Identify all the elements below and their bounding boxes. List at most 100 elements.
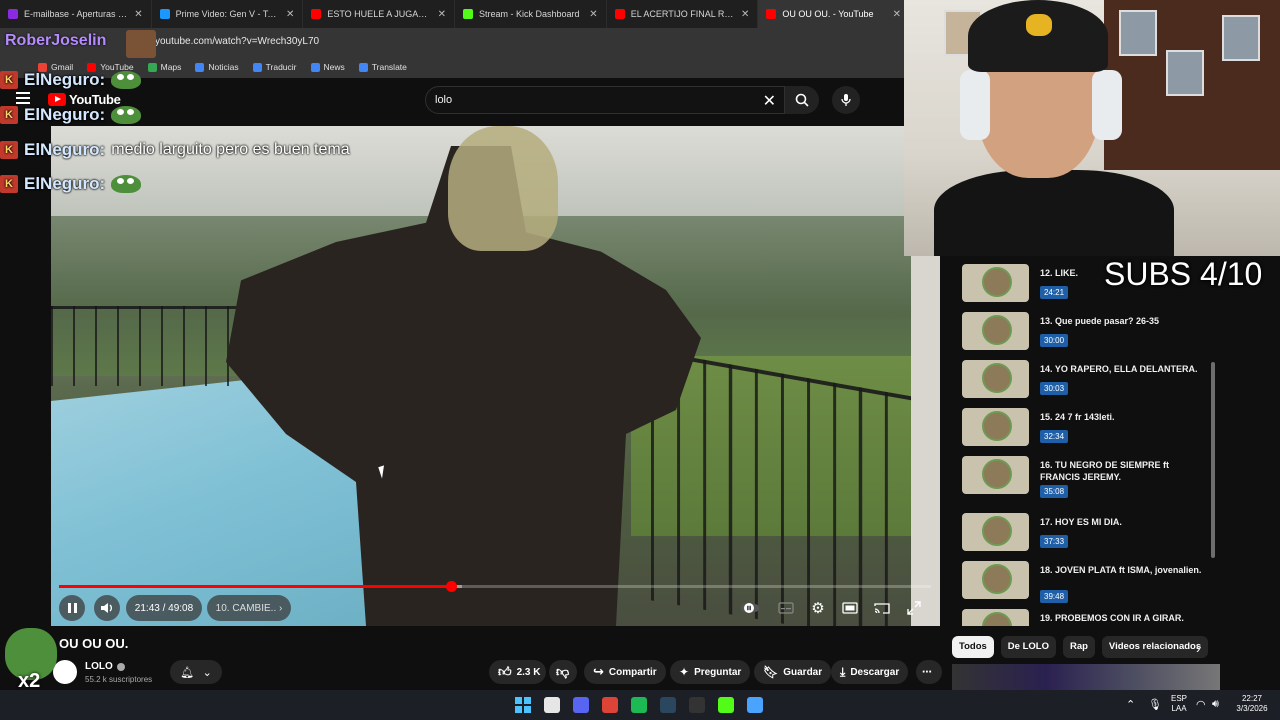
channel-name[interactable]: LOLO [85, 661, 125, 672]
playlist-thumbnail[interactable] [962, 609, 1029, 626]
browser-tab[interactable]: EL ACERTIJO FINAL RESUELTO y ✕ [607, 0, 759, 28]
playlist-thumbnail[interactable] [962, 561, 1029, 599]
bookmark-item[interactable]: News [310, 62, 345, 72]
volume-button[interactable] [94, 595, 120, 621]
fullscreen-button[interactable] [904, 599, 924, 617]
theater-mode-button[interactable] [840, 599, 860, 617]
share-button[interactable]: ↪ Compartir [584, 660, 666, 684]
filter-chip[interactable]: Rap [1062, 636, 1095, 658]
browser-tab[interactable]: ESTO HUELE A JUGAZO PARA ✕ [303, 0, 456, 28]
settings-button[interactable]: ⚙ [808, 599, 828, 617]
url-text[interactable]: youtube.com/watch?v=Wrech30yL70 [155, 36, 319, 47]
chevron-down-icon: ⌄ [202, 666, 212, 679]
bookmark-item[interactable]: Maps [147, 62, 181, 72]
channel-name-text[interactable]: LOLO [85, 661, 113, 672]
playlist-item[interactable]: 16. TU NEGRO DE SIEMPRE ft FRANCIS JEREM… [962, 456, 1212, 498]
ask-button[interactable]: ✦ Preguntar [670, 660, 751, 684]
playlist-item-title[interactable]: 14. YO RAPERO, ELLA DELANTERA. [1040, 363, 1210, 375]
playlist-item-title[interactable]: 17. HOY ES MI DIA. [1040, 516, 1210, 528]
chrome-icon[interactable] [602, 697, 618, 713]
search-button[interactable] [785, 86, 819, 114]
subtitles-button[interactable] [776, 599, 796, 617]
playlist-thumbnail[interactable] [962, 408, 1029, 446]
close-tab-icon[interactable]: ✕ [741, 9, 749, 20]
video-progress-bar[interactable] [59, 581, 931, 592]
cast-button[interactable] [872, 599, 892, 617]
epic-games-icon[interactable] [689, 697, 705, 713]
bookmark-item[interactable]: Translate [358, 62, 407, 72]
bookmark-item[interactable]: Traducir [252, 62, 297, 72]
playlist-thumbnail[interactable] [962, 513, 1029, 551]
chevron-right-icon[interactable]: › [1196, 641, 1200, 656]
browser-tab[interactable]: OU OU OU. - YouTube ✕ [758, 0, 911, 28]
playlist-thumbnail[interactable] [962, 264, 1029, 302]
pause-button[interactable] [59, 595, 85, 621]
playlist-item[interactable]: 18. JOVEN PLATA ft ISMA, jovenalien. 39:4… [962, 561, 1212, 603]
microphone-tray-icon[interactable]: 🎙︎ [1148, 698, 1162, 711]
speaker-icon[interactable]: 🔊︎ [1212, 698, 1219, 711]
chapter-button[interactable]: 10. CAMBIE.. › [207, 595, 291, 621]
autoplay-toggle[interactable] [740, 599, 760, 617]
bookmark-item[interactable]: Noticias [195, 62, 239, 72]
notepad-icon[interactable] [747, 697, 763, 713]
windows-start-icon[interactable] [515, 697, 531, 713]
menu-icon[interactable] [16, 92, 30, 104]
channel-avatar[interactable] [53, 660, 77, 684]
wifi-icon[interactable]: ◠ [1196, 698, 1206, 711]
playlist-thumbnail[interactable] [962, 312, 1029, 350]
search-query[interactable]: lolo [435, 94, 452, 106]
browser-tab[interactable]: E-mailbase - Aperturas cajas ✕ [0, 0, 152, 28]
playlist-item-title[interactable]: 16. TU NEGRO DE SIEMPRE ft FRANCIS JEREM… [1040, 459, 1210, 483]
playlist-item[interactable]: 19. PROBEMOS CON IR A GIRAR. [962, 609, 1212, 626]
chat-message: K ElNeguro: [0, 174, 142, 194]
clock-date: 3/3/2026 [1236, 704, 1268, 713]
close-tab-icon[interactable]: ✕ [438, 9, 446, 20]
filter-chip[interactable]: De LOLO [1000, 636, 1056, 658]
chevron-up-icon[interactable]: ⌃ [1126, 698, 1135, 711]
close-tab-icon[interactable]: ✕ [893, 9, 901, 20]
video-player[interactable] [51, 126, 940, 626]
github-icon[interactable] [544, 697, 560, 713]
kick-icon[interactable] [718, 697, 734, 713]
clock-time: 22:27 [1241, 694, 1263, 703]
clock[interactable]: 22:27 3/3/2026 [1230, 694, 1274, 714]
playlist-item[interactable]: 15. 24 7 fr 143leti. 32:34 [962, 408, 1212, 450]
thumbs-up-icon: 👍︎ [498, 664, 512, 679]
more-actions-button[interactable]: ⋯ [916, 660, 942, 684]
language-indicator[interactable]: ESP LAA [1168, 694, 1190, 714]
playlist-item-duration: 35:08 [1040, 485, 1069, 498]
playlist-item[interactable]: 17. HOY ES MI DIA. 37:33 [962, 513, 1212, 555]
recommendation-thumbnails[interactable] [952, 664, 1220, 690]
theater-mode-icon [842, 602, 858, 614]
voice-search-button[interactable] [832, 86, 860, 114]
close-tab-icon[interactable]: ✕ [589, 9, 597, 20]
notifications-button[interactable]: 🔔︎ ⌄ [170, 660, 222, 684]
steam-icon[interactable] [660, 697, 676, 713]
clear-search-icon[interactable]: ✕ [763, 91, 776, 111]
discord-icon[interactable] [573, 697, 589, 713]
filter-chip[interactable]: Todos [952, 636, 994, 658]
pepe-emote-icon [111, 71, 142, 89]
progress-scrubber[interactable] [445, 581, 457, 592]
playlist-item[interactable]: 13. Que puede pasar? 26-35 30:00 [962, 312, 1212, 354]
dislike-button[interactable]: 👎︎ [549, 660, 577, 684]
like-button[interactable]: 👍︎ 2.3 K [489, 660, 546, 684]
download-button[interactable]: ⤓ Descargar [831, 660, 909, 684]
search-input[interactable]: lolo ✕ [425, 86, 785, 114]
filter-chip[interactable]: Videos relacionados [1101, 636, 1209, 658]
browser-tab[interactable]: Stream - Kick Dashboard ✕ [455, 0, 607, 28]
close-tab-icon[interactable]: ✕ [286, 9, 294, 20]
playlist-thumbnail[interactable] [962, 360, 1029, 398]
playlist-item-title[interactable]: 18. JOVEN PLATA ft ISMA, jovenalien. [1040, 564, 1210, 576]
playlist-scroll-thumb[interactable] [1211, 362, 1215, 558]
spotify-icon[interactable] [631, 697, 647, 713]
download-icon: ⤓ [840, 664, 846, 679]
playlist-item[interactable]: 14. YO RAPERO, ELLA DELANTERA. 30:03 [962, 360, 1212, 402]
playlist-thumbnail[interactable] [962, 456, 1029, 494]
playlist-item-title[interactable]: 19. PROBEMOS CON IR A GIRAR. [1040, 612, 1210, 624]
save-button[interactable]: 🔖︎ Guardar [754, 660, 832, 684]
close-tab-icon[interactable]: ✕ [134, 9, 142, 20]
playlist-item-title[interactable]: 15. 24 7 fr 143leti. [1040, 411, 1210, 423]
browser-tab[interactable]: Prime Video: Gen V - Temporada ✕ [152, 0, 304, 28]
playlist-item-title[interactable]: 13. Que puede pasar? 26-35 [1040, 315, 1210, 327]
